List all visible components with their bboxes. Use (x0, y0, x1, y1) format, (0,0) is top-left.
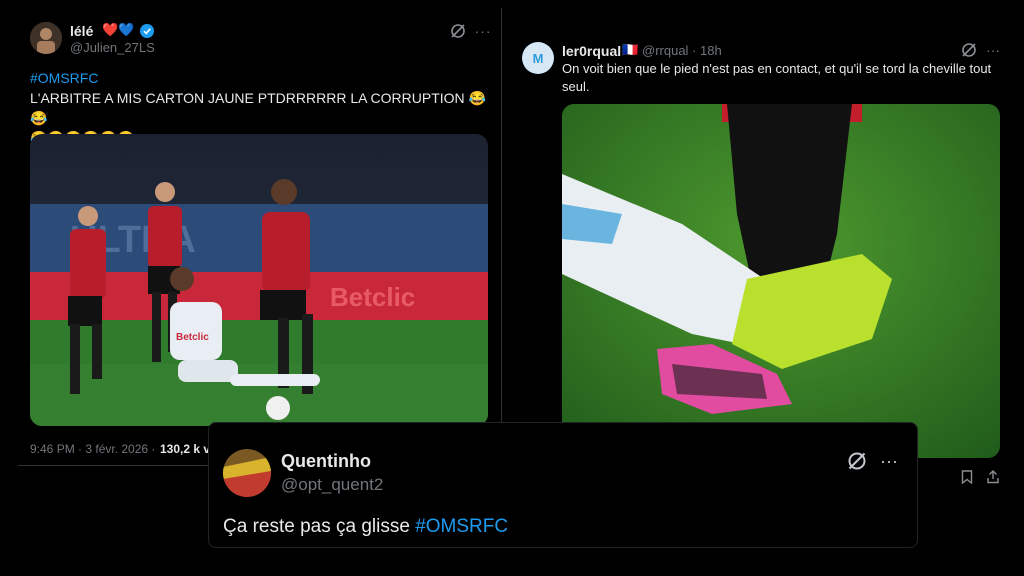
svg-text:Betclic: Betclic (176, 332, 209, 343)
tweet-photo-match[interactable]: ULTRA Betclic Betclic (30, 134, 488, 426)
grok-icon[interactable] (845, 449, 869, 473)
grok-icon[interactable] (960, 41, 978, 59)
tweet-text: Ça reste pas ça glisse #OMSRFC (223, 515, 508, 539)
verified-badge-icon (140, 24, 154, 38)
text-line-1: L'ARBITRE A MIS CARTON JAUNE PTDRRRRRR L… (30, 90, 486, 126)
view-count: 130,2 k v (160, 442, 211, 456)
author-name[interactable]: ler0rqual (562, 43, 621, 59)
grok-icon[interactable] (449, 22, 467, 40)
author-name[interactable]: Quentinho (281, 451, 371, 472)
tweet-card-quentinho[interactable]: Quentinho @opt_quent2 ··· Ça reste pas ç… (208, 422, 918, 548)
more-icon[interactable]: ··· (984, 41, 1002, 59)
tweet-body: Ça reste pas ça glisse (223, 516, 410, 537)
avatar[interactable] (223, 449, 271, 497)
hashtag-link[interactable]: #OMSRFC (30, 70, 98, 86)
more-icon[interactable]: ··· (474, 22, 492, 40)
tweet-text: On voit bien que le pied n'est pas en co… (562, 61, 992, 94)
author-name[interactable]: lélé (70, 23, 93, 39)
avatar[interactable] (30, 22, 62, 54)
svg-text:Betclic: Betclic (330, 282, 415, 312)
svg-text:M: M (533, 51, 544, 66)
flag-emoji: 🇫🇷 (622, 42, 639, 57)
hearts-emoji: ❤️💙 (102, 22, 135, 37)
bookmark-icon[interactable] (958, 468, 976, 486)
tweet-card-lele[interactable]: lélé ❤️💙 @Julien_27LS ··· #OMSRFC L'ARBI… (18, 8, 502, 466)
tweet-photo-closeup[interactable] (562, 104, 1000, 458)
author-handle[interactable]: @Julien_27LS (70, 40, 155, 55)
author-handle[interactable]: @opt_quent2 (281, 475, 383, 495)
foot-closeup-photo (562, 104, 1000, 458)
football-photo: ULTRA Betclic Betclic (30, 134, 488, 426)
avatar[interactable]: M (522, 42, 554, 74)
more-icon[interactable]: ··· (877, 449, 901, 473)
hashtag-link[interactable]: #OMSRFC (415, 516, 508, 537)
timestamp[interactable]: 9:46 PM · 3 févr. 2026 · (30, 442, 155, 456)
share-icon[interactable] (984, 468, 1002, 486)
author-handle[interactable]: @rrqual · 18h (642, 43, 722, 58)
